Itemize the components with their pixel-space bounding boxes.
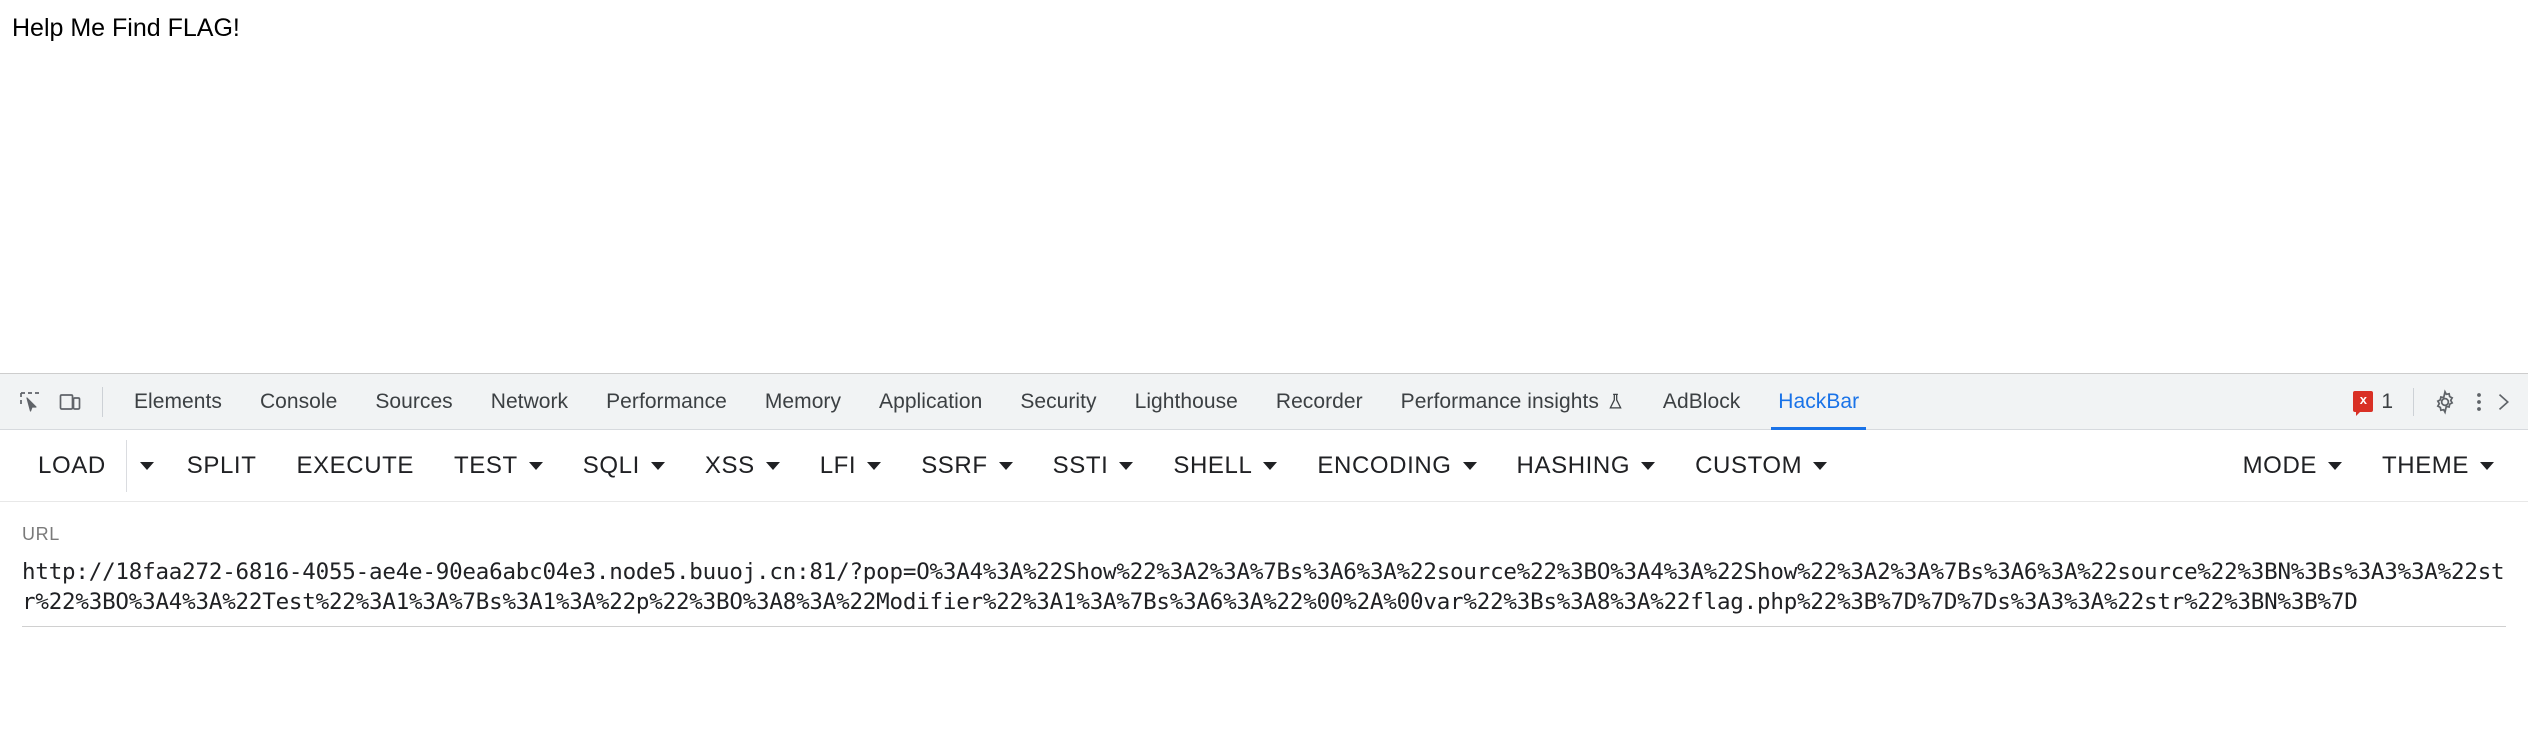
hackbar-execute-button[interactable]: EXECUTE [276, 440, 434, 492]
hackbar-lfi-menu[interactable]: LFI [800, 440, 901, 492]
chevron-down-icon [1641, 461, 1656, 470]
hackbar-panel: LOAD SPLIT EXECUTE TEST SQLI XSS LFI SSR… [0, 430, 2528, 735]
chevron-down-icon [1119, 461, 1134, 470]
tab-label: Application [879, 390, 983, 413]
button-label: LOAD [38, 451, 106, 479]
tab-performance[interactable]: Performance [587, 374, 746, 430]
tab-label: AdBlock [1662, 390, 1741, 413]
chevron-down-icon [2328, 461, 2342, 470]
gear-icon[interactable] [2424, 381, 2466, 423]
tab-hackbar[interactable]: HackBar [1759, 374, 1878, 430]
url-input[interactable]: http://18faa272-6816-4055-ae4e-90ea6abc0… [22, 557, 2506, 617]
button-label: SSRF [921, 451, 988, 479]
tab-label: HackBar [1778, 390, 1860, 413]
tab-network[interactable]: Network [472, 374, 587, 430]
error-count-badge[interactable]: x 1 [2349, 389, 2403, 416]
hackbar-ssti-menu[interactable]: SSTI [1033, 440, 1154, 492]
tab-lighthouse[interactable]: Lighthouse [1116, 374, 1257, 430]
button-label: EXECUTE [296, 451, 415, 479]
button-label: SHELL [1173, 451, 1253, 479]
hackbar-hashing-menu[interactable]: HASHING [1497, 440, 1676, 492]
tab-label: Console [259, 390, 338, 413]
kebab-menu-icon[interactable] [2466, 381, 2492, 423]
url-field-label: URL [22, 524, 60, 544]
tab-elements[interactable]: Elements [115, 374, 241, 430]
hackbar-mode-menu[interactable]: MODE [2223, 440, 2362, 492]
error-icon: x [2353, 391, 2374, 416]
button-label: SPLIT [186, 451, 257, 479]
tab-performance-insights[interactable]: Performance insights [1382, 374, 1644, 430]
hackbar-encoding-menu[interactable]: ENCODING [1297, 440, 1496, 492]
tab-recorder[interactable]: Recorder [1257, 374, 1382, 430]
hackbar-shell-menu[interactable]: SHELL [1153, 440, 1297, 492]
tab-label: Network [490, 390, 569, 413]
actions-divider [2413, 387, 2414, 416]
button-label: LFI [819, 451, 857, 479]
tab-adblock[interactable]: AdBlock [1644, 374, 1759, 430]
tab-label: Lighthouse [1134, 390, 1238, 413]
hackbar-sqli-menu[interactable]: SQLI [563, 440, 685, 492]
inspect-element-icon[interactable] [10, 382, 50, 422]
chevron-down-icon [650, 461, 665, 470]
button-label: CUSTOM [1695, 451, 1803, 479]
chevron-down-icon [1462, 461, 1477, 470]
devtools-tabstrip: Elements Console Sources Network Perform… [0, 374, 2528, 430]
tab-label: Performance insights [1400, 390, 1599, 413]
button-label: SSTI [1052, 451, 1109, 479]
chevron-down-icon [139, 461, 154, 470]
hackbar-load-dropdown[interactable] [125, 439, 167, 492]
chevron-down-icon [1813, 461, 1828, 470]
tab-label: Sources [375, 390, 453, 413]
chevron-down-icon [1263, 461, 1278, 470]
tab-label: Recorder [1275, 390, 1363, 413]
hackbar-theme-menu[interactable]: THEME [2362, 440, 2514, 492]
button-label: MODE [2242, 451, 2317, 479]
tab-label: Elements [134, 390, 222, 413]
hackbar-load-button[interactable]: LOAD [18, 440, 126, 492]
device-toolbar-icon[interactable] [50, 382, 90, 422]
tab-application[interactable]: Application [860, 374, 1001, 430]
tab-label: Performance [606, 390, 727, 413]
tab-console[interactable]: Console [241, 374, 356, 430]
devtools-panel: Elements Console Sources Network Perform… [0, 373, 2528, 735]
button-label: SQLI [582, 451, 640, 479]
devtools-tabstrip-actions: x 1 [2349, 381, 2522, 423]
browser-window: Help Me Find FLAG! Elements Console Sour… [0, 0, 2528, 735]
chevron-down-icon [528, 461, 543, 470]
hackbar-url-section: URL http://18faa272-6816-4055-ae4e-90ea6… [0, 502, 2528, 627]
tab-sources[interactable]: Sources [356, 374, 471, 430]
flask-icon [1606, 392, 1625, 411]
url-input-underline [22, 626, 2506, 627]
chevron-down-icon [2480, 461, 2494, 470]
button-label: THEME [2382, 451, 2469, 479]
tabstrip-divider [102, 386, 103, 417]
hackbar-xss-menu[interactable]: XSS [685, 440, 800, 492]
tab-memory[interactable]: Memory [746, 374, 860, 430]
button-label: XSS [704, 451, 755, 479]
hackbar-ssrf-menu[interactable]: SSRF [901, 440, 1032, 492]
tab-label: Memory [764, 390, 842, 413]
page-body-text: Help Me Find FLAG! [12, 14, 240, 42]
chevron-down-icon [765, 461, 780, 470]
tab-security[interactable]: Security [1001, 374, 1115, 430]
devtools-tab-list: Elements Console Sources Network Perform… [115, 374, 2349, 430]
close-icon[interactable] [2492, 381, 2518, 423]
hackbar-split-button[interactable]: SPLIT [167, 440, 277, 492]
hackbar-test-menu[interactable]: TEST [434, 440, 563, 492]
button-label: HASHING [1516, 451, 1631, 479]
button-label: ENCODING [1317, 451, 1452, 479]
chevron-down-icon [867, 461, 882, 470]
error-count-label: 1 [2381, 389, 2393, 413]
tab-label: Security [1020, 390, 1097, 413]
hackbar-custom-menu[interactable]: CUSTOM [1675, 440, 1847, 492]
chevron-down-icon [998, 461, 1013, 470]
page-viewport: Help Me Find FLAG! [0, 0, 2528, 373]
button-label: TEST [454, 451, 518, 479]
hackbar-toolbar: LOAD SPLIT EXECUTE TEST SQLI XSS LFI SSR… [0, 430, 2528, 502]
